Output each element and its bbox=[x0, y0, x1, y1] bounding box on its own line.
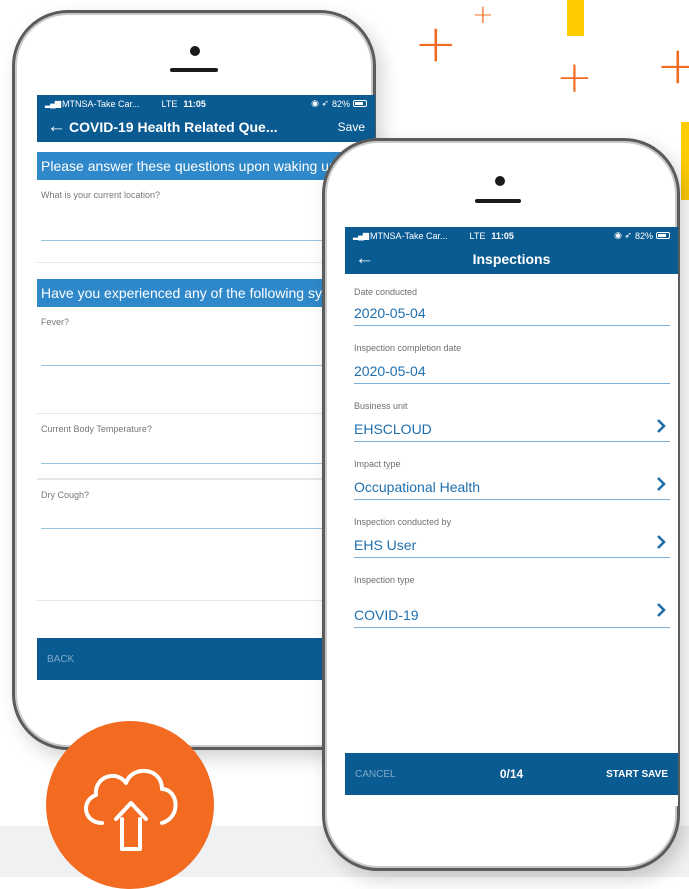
upload-badge bbox=[46, 721, 214, 889]
signal-icon: ▂▄▆ bbox=[45, 99, 61, 108]
start-save-button[interactable]: START SAVE bbox=[606, 769, 668, 780]
status-bar: ▂▄▆ MTNSA-Take Car... LTE 11:05 ◉ ➶ 82% bbox=[345, 227, 678, 244]
chevron-right-icon[interactable] bbox=[656, 535, 666, 549]
right-screen: ▂▄▆ MTNSA-Take Car... LTE 11:05 ◉ ➶ 82% … bbox=[345, 227, 678, 806]
yellow-accent bbox=[567, 0, 584, 36]
field-value: EHSCLOUD bbox=[354, 421, 432, 437]
field-label: Date conducted bbox=[354, 287, 418, 297]
location-arrow-icon: ◉ ➶ bbox=[311, 98, 329, 108]
field-value: 2020-05-04 bbox=[354, 305, 426, 321]
chevron-right-icon[interactable] bbox=[656, 603, 666, 617]
field-value: Occupational Health bbox=[354, 479, 481, 495]
phone-speaker bbox=[170, 68, 218, 72]
chevron-right-icon[interactable] bbox=[656, 477, 666, 491]
conducted-by-field[interactable]: Inspection conducted by EHS User bbox=[345, 515, 678, 573]
field-underline bbox=[354, 383, 670, 384]
app-header: ← Inspections bbox=[345, 244, 678, 274]
time-text: 11:05 bbox=[491, 230, 514, 241]
field-underline bbox=[354, 627, 670, 628]
chevron-right-icon[interactable] bbox=[656, 419, 666, 433]
network-text: LTE bbox=[469, 230, 486, 241]
status-bar: ▂▄▆ MTNSA-Take Car... LTE 11:05 ◉ ➶ 82% bbox=[37, 95, 375, 112]
battery-text: 82% bbox=[634, 230, 653, 241]
inspection-type-field[interactable]: Inspection type COVID-19 bbox=[345, 573, 678, 631]
battery-text: 82% bbox=[331, 98, 350, 109]
field-value: COVID-19 bbox=[354, 607, 419, 623]
right-phone: ▂▄▆ MTNSA-Take Car... LTE 11:05 ◉ ➶ 82% … bbox=[322, 138, 680, 871]
battery-icon bbox=[656, 232, 670, 239]
cloud-upload-icon bbox=[84, 768, 178, 851]
phone-speaker bbox=[475, 199, 521, 203]
plus-decoration: + bbox=[414, 14, 458, 74]
field-label: Business unit bbox=[354, 401, 408, 411]
battery-icon bbox=[353, 100, 367, 107]
status-right: ◉ ➶ 82% bbox=[614, 230, 670, 241]
phone-camera bbox=[190, 46, 200, 56]
carrier-text: MTNSA-Take Car... bbox=[369, 230, 448, 241]
field-value: 2020-05-04 bbox=[354, 363, 426, 379]
field-value: EHS User bbox=[354, 537, 417, 553]
impact-type-field[interactable]: Impact type Occupational Health bbox=[345, 457, 678, 515]
signal-icon: ▂▄▆ bbox=[353, 231, 369, 240]
save-button[interactable]: Save bbox=[338, 120, 365, 134]
business-unit-field[interactable]: Business unit EHSCLOUD bbox=[345, 399, 678, 457]
app-header: ← COVID-19 Health Related Que... Save bbox=[37, 112, 375, 142]
plus-decoration: + bbox=[472, 0, 494, 30]
yellow-accent bbox=[681, 122, 689, 200]
field-underline bbox=[354, 441, 670, 442]
status-right: ◉ ➶ 82% bbox=[311, 98, 367, 109]
back-button[interactable]: BACK bbox=[47, 654, 74, 665]
location-arrow-icon: ◉ ➶ bbox=[614, 230, 632, 240]
cancel-button[interactable]: CANCEL bbox=[355, 769, 396, 780]
page-title: COVID-19 Health Related Que... bbox=[69, 119, 278, 135]
field-label: Impact type bbox=[354, 459, 401, 469]
field-underline bbox=[354, 325, 670, 326]
field-label: Inspection conducted by bbox=[354, 517, 452, 527]
field-underline bbox=[354, 499, 670, 500]
field-label: Inspection type bbox=[354, 575, 415, 585]
arrow-left-icon[interactable]: ← bbox=[47, 116, 69, 138]
plus-decoration: + bbox=[556, 52, 593, 103]
completion-date-field[interactable]: Inspection completion date 2020-05-04 bbox=[345, 341, 678, 399]
carrier-text: MTNSA-Take Car... bbox=[61, 98, 140, 109]
date-conducted-field[interactable]: Date conducted 2020-05-04 bbox=[345, 283, 678, 341]
plus-decoration: + bbox=[656, 36, 689, 96]
footer-bar: CANCEL 0/14 START SAVE bbox=[345, 753, 678, 795]
field-label: Inspection completion date bbox=[354, 343, 462, 353]
page-title: Inspections bbox=[472, 251, 551, 267]
field-underline bbox=[354, 557, 670, 558]
arrow-left-icon[interactable]: ← bbox=[355, 248, 377, 270]
time-text: 11:05 bbox=[183, 98, 206, 109]
network-text: LTE bbox=[161, 98, 178, 109]
phone-camera bbox=[495, 176, 505, 186]
